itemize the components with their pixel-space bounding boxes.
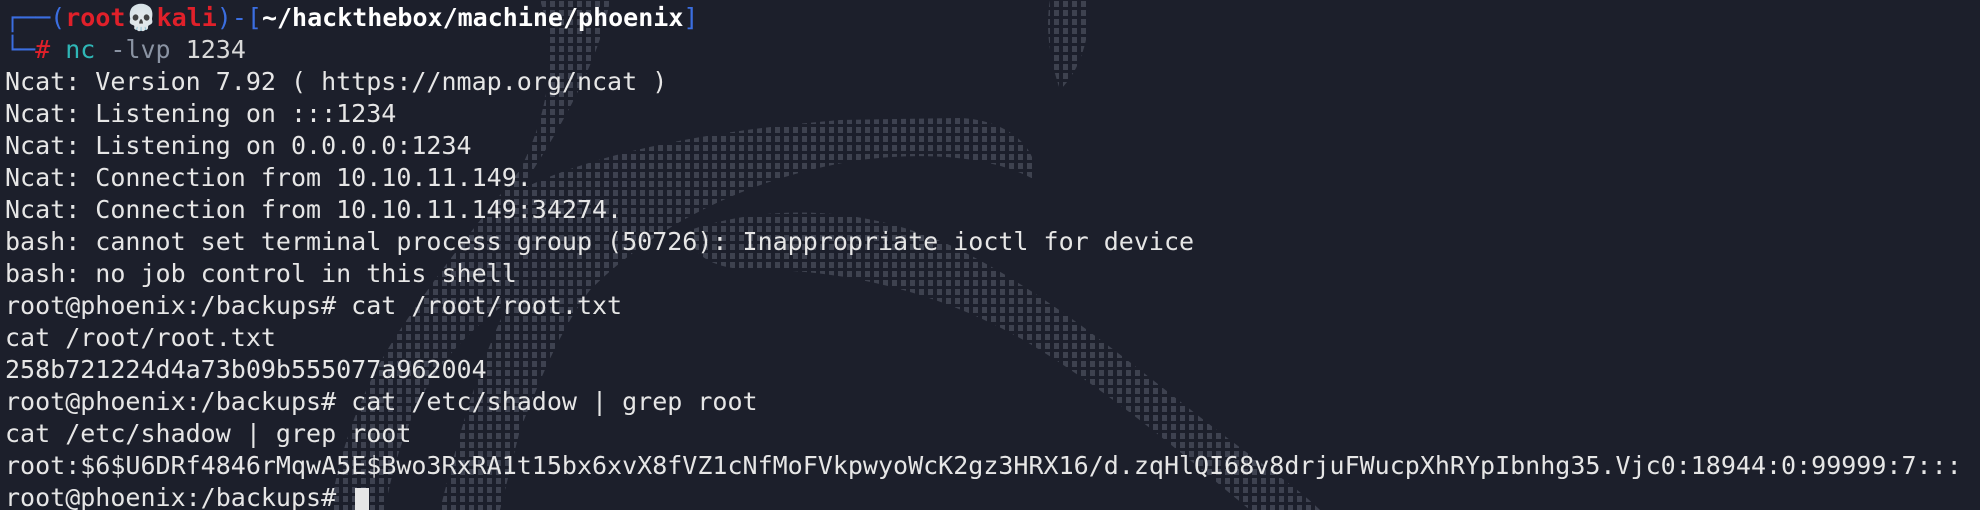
prompt-path: ~/hackthebox/machine/phoenix — [261, 3, 684, 32]
prompt-frame-close: ] — [683, 3, 699, 32]
prompt-frame-mid: )-[ — [216, 3, 262, 32]
skull-icon: 💀 — [125, 3, 157, 32]
output-line: root:$6$U6DRf4846rMqwA5E$Bwo3RxRA1t15bx6… — [5, 451, 1962, 480]
prompt-host: kali — [156, 3, 217, 32]
prompt-command-line: └─# nc -lvp 1234 — [5, 34, 1980, 66]
output-line: cat /root/root.txt — [5, 323, 276, 352]
output-line: root@phoenix:/backups# cat /root/root.tx… — [5, 291, 623, 320]
prompt-user: root — [65, 3, 126, 32]
command-name: nc — [65, 35, 96, 64]
prompt-frame-top: ┌──( — [5, 3, 66, 32]
output-line: Ncat: Connection from 10.10.11.149:34274… — [5, 195, 623, 224]
current-prompt-line[interactable]: root@phoenix:/backups# — [5, 482, 1980, 510]
output-line: root@phoenix:/backups# cat /etc/shadow |… — [5, 387, 758, 416]
text-cursor — [355, 488, 370, 510]
output-line: Ncat: Version 7.92 ( https://nmap.org/nc… — [5, 67, 668, 96]
output-line: cat /etc/shadow | grep root — [5, 419, 412, 448]
output-line: Ncat: Listening on 0.0.0.0:1234 — [5, 131, 472, 160]
prompt-header-line: ┌──(root💀kali)-[~/hackthebox/machine/pho… — [5, 2, 1980, 34]
output-line: Ncat: Listening on :::1234 — [5, 99, 397, 128]
prompt-frame-bottom: └─ — [5, 35, 36, 64]
terminal-output: ┌──(root💀kali)-[~/hackthebox/machine/pho… — [5, 2, 1980, 510]
command-argument: 1234 — [185, 35, 246, 64]
output-line: 258b721224d4a73b09b555077a962004 — [5, 355, 487, 384]
current-prompt: root@phoenix:/backups# — [5, 483, 352, 510]
output-line: bash: cannot set terminal process group … — [5, 227, 1195, 256]
prompt-hash: # — [35, 35, 51, 64]
terminal-window[interactable]: ┌──(root💀kali)-[~/hackthebox/machine/pho… — [0, 0, 1980, 510]
output-line: Ncat: Connection from 10.10.11.149. — [5, 163, 532, 192]
command-option: -lvp — [110, 35, 171, 64]
output-line: bash: no job control in this shell — [5, 259, 517, 288]
